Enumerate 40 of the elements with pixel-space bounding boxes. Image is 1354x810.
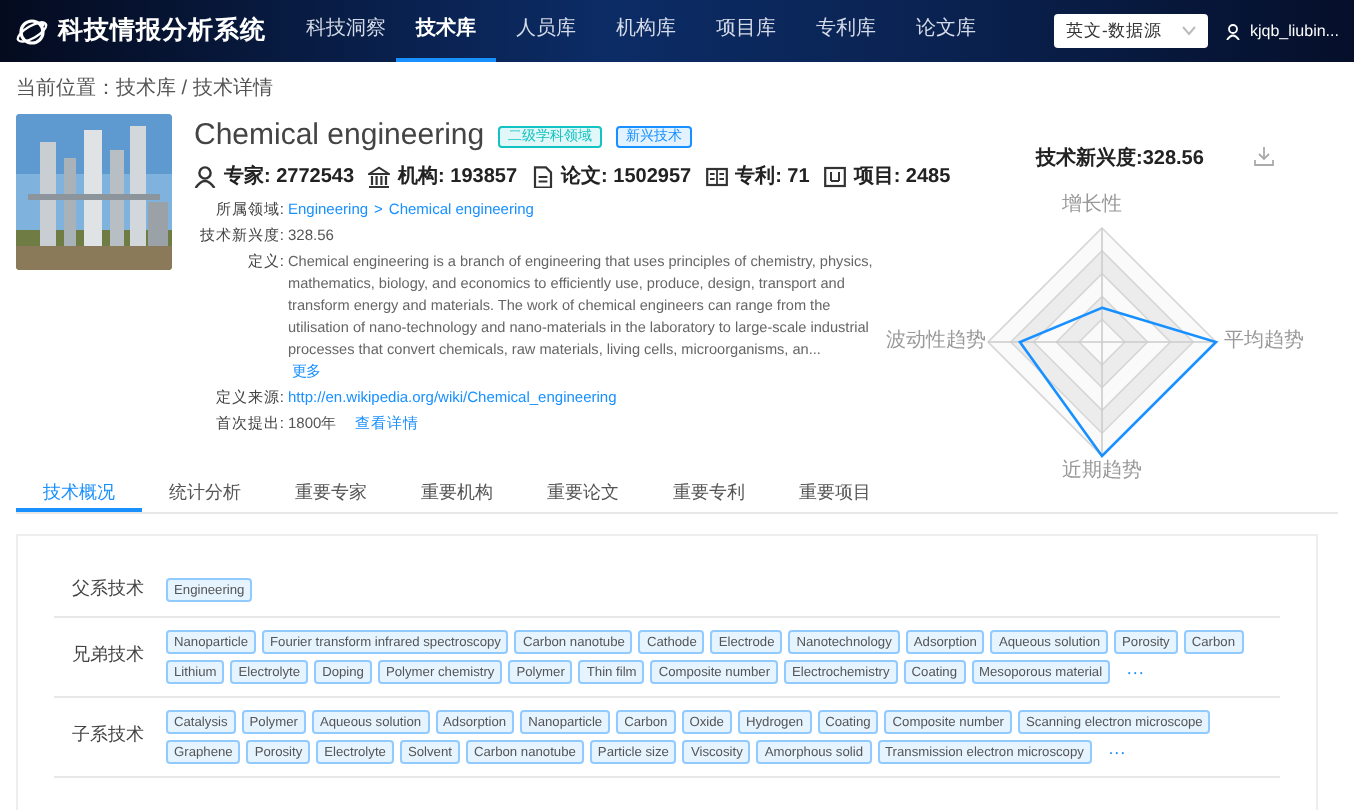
nav-item[interactable]: 论文库	[896, 0, 996, 62]
technology-title: Chemical engineering	[194, 115, 485, 156]
tab[interactable]: 重要项目	[772, 474, 898, 512]
stat-label: 专利: 71	[735, 163, 810, 191]
chevron-down-icon	[1182, 26, 1196, 36]
tab[interactable]: 重要专家	[268, 474, 394, 512]
download-icon	[1254, 146, 1274, 166]
tab[interactable]: 重要专利	[646, 474, 772, 512]
stat-label: 项目: 2485	[853, 163, 951, 191]
tab[interactable]: 重要机构	[394, 474, 520, 512]
nav-item[interactable]: 专利库	[796, 0, 896, 62]
axis-label: 波动性趋势	[886, 330, 986, 354]
nav-item[interactable]: 项目库	[696, 0, 796, 62]
user-icon	[1226, 23, 1240, 39]
logo-icon	[16, 15, 48, 47]
stat-label: 专家: 2772543	[224, 162, 355, 191]
stat-label: 论文: 1502957	[561, 163, 692, 191]
axis-label: 增长性	[1062, 194, 1122, 218]
axis-label: 平均趋势	[1224, 330, 1304, 354]
tab[interactable]: 重要论文	[520, 474, 646, 512]
axis-label: 近期趋势	[1062, 460, 1142, 484]
row-label: 父系技术	[70, 576, 146, 602]
grid-icon	[823, 165, 846, 187]
app-title: 科技情报分析系统	[58, 14, 266, 49]
chart-title: 技术新兴度:328.56	[1036, 144, 1204, 174]
document-icon	[531, 165, 554, 187]
breadcrumb: 当前位置：技术库 / 技术详情	[16, 75, 273, 103]
nav-item[interactable]: 科技洞察	[296, 0, 396, 62]
nav-item[interactable]: 技术库	[396, 0, 496, 62]
source-select[interactable]: 英文-数据源	[1054, 14, 1208, 48]
stat-label: 机构: 193857	[398, 163, 518, 191]
row-label: 兄弟技术	[70, 642, 146, 669]
row-label: 子系技术	[70, 722, 146, 749]
nav-item[interactable]: 人员库	[496, 0, 596, 62]
book-icon	[705, 165, 728, 187]
tab[interactable]: 统计分析	[142, 474, 268, 512]
nav-item[interactable]: 机构库	[596, 0, 696, 62]
person-icon	[194, 165, 216, 187]
bank-icon	[368, 165, 391, 187]
user-name[interactable]: kjqb_liubin...	[1250, 19, 1339, 43]
